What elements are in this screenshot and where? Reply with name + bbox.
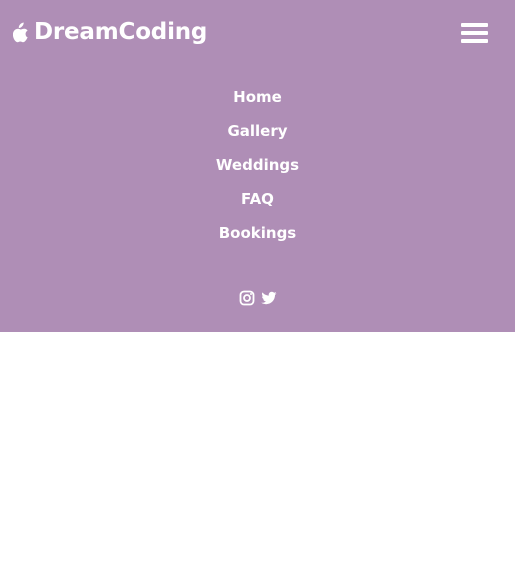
nav-item-home: Home [0,80,515,114]
nav-link-home[interactable]: Home [233,88,282,106]
nav-menu: Home Gallery Weddings FAQ Bookings [0,80,515,250]
nav-link-weddings[interactable]: Weddings [216,156,299,174]
nav-item-weddings: Weddings [0,148,515,182]
apple-icon [13,22,28,43]
twitter-icon[interactable] [260,290,277,306]
instagram-icon[interactable] [239,290,255,306]
navbar: DreamCoding Home Gallery Weddings FAQ Bo… [0,0,515,332]
social-links [0,290,515,306]
brand-logo[interactable]: DreamCoding [13,16,207,48]
nav-link-bookings[interactable]: Bookings [219,224,297,242]
brand-name: DreamCoding [34,19,208,45]
hamburger-menu-icon[interactable] [461,21,488,45]
nav-link-faq[interactable]: FAQ [241,190,274,208]
nav-item-bookings: Bookings [0,216,515,250]
nav-link-gallery[interactable]: Gallery [227,122,287,140]
nav-item-gallery: Gallery [0,114,515,148]
nav-item-faq: FAQ [0,182,515,216]
